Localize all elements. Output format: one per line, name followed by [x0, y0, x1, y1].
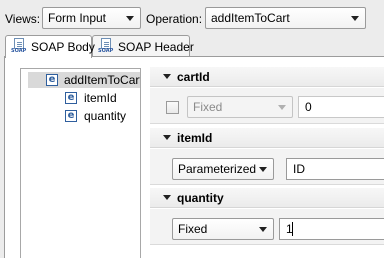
itemId-value-field[interactable]: ID	[286, 158, 384, 180]
cartId-mode-combo[interactable]: Fixed	[187, 96, 293, 118]
operation-combo[interactable]: addItemToCart	[205, 7, 366, 29]
tree-item-itemId[interactable]: itemId	[84, 91, 117, 105]
text-caret	[292, 222, 293, 236]
cartId-value-text: 0	[305, 100, 312, 114]
chevron-down-icon	[163, 195, 171, 200]
tree-divider[interactable]	[140, 68, 141, 258]
quantity-mode-value: Fixed	[178, 222, 208, 236]
element-tree	[20, 68, 140, 258]
cartId-value-field[interactable]: 0	[298, 96, 384, 118]
tab-soap-body[interactable]: SOAP SOAP Body	[5, 35, 95, 58]
operation-combo-value: addItemToCart	[211, 11, 290, 25]
chevron-down-icon	[126, 16, 134, 21]
quantity-value-field[interactable]: 1	[279, 218, 384, 240]
section-quantity-header[interactable]: quantity	[150, 188, 384, 208]
soap-document-icon: SOAP	[98, 38, 114, 54]
section-cartId-header[interactable]: cartId	[150, 67, 384, 87]
cartId-enable-checkbox[interactable]	[166, 101, 179, 114]
tab-soap-header-label: SOAP Header	[118, 40, 194, 54]
element-icon: e	[46, 74, 58, 86]
tree-item-quantity[interactable]: quantity	[84, 109, 126, 123]
section-itemId-title: itemId	[177, 131, 213, 145]
itemId-mode-combo[interactable]: Parameterized	[172, 158, 274, 180]
operation-label: Operation:	[146, 12, 203, 26]
tree-item-addItemToCart[interactable]: addItemToCart	[64, 73, 140, 87]
itemId-value-text: ID	[293, 162, 305, 176]
chevron-down-icon	[278, 105, 286, 110]
section-itemId-header[interactable]: itemId	[150, 128, 384, 148]
views-label: Views:	[5, 12, 41, 26]
chevron-down-icon	[259, 167, 267, 172]
views-combo-value: Form Input	[48, 11, 107, 25]
element-icon: e	[65, 110, 77, 122]
soap-document-icon: SOAP	[11, 38, 27, 54]
tab-soap-header[interactable]: SOAP SOAP Header	[92, 35, 194, 57]
chevron-down-icon	[163, 135, 171, 140]
chevron-down-icon	[259, 227, 267, 232]
section-cartId-title: cartId	[177, 70, 210, 84]
itemId-mode-value: Parameterized	[178, 162, 257, 176]
section-quantity-title: quantity	[177, 191, 224, 205]
quantity-mode-combo[interactable]: Fixed	[172, 218, 274, 240]
views-combo[interactable]: Form Input	[42, 7, 141, 29]
tab-soap-body-label: SOAP Body	[31, 40, 95, 54]
element-icon: e	[65, 92, 77, 104]
chevron-down-icon	[163, 74, 171, 79]
cartId-mode-value: Fixed	[193, 100, 223, 114]
chevron-down-icon	[351, 16, 359, 21]
